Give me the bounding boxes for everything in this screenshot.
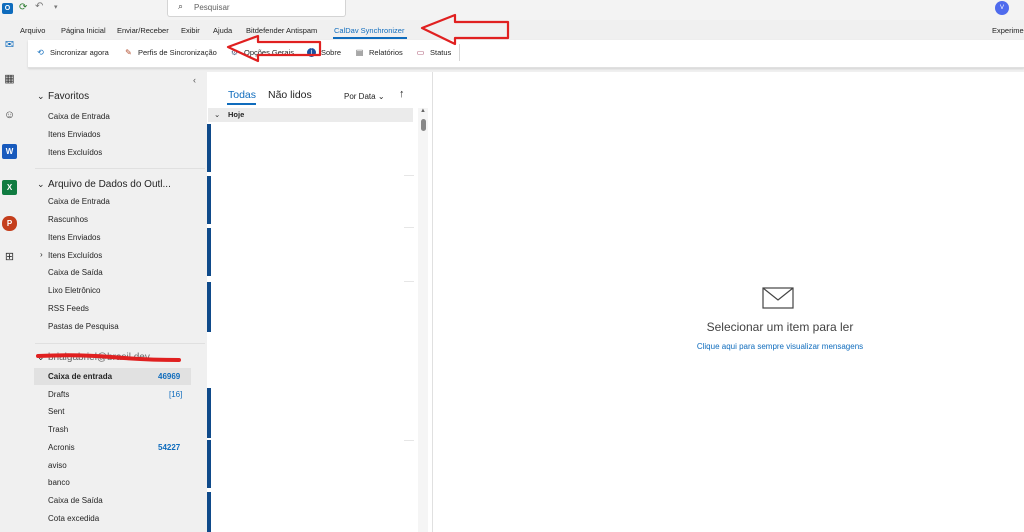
annotation-arrow-menu <box>226 13 510 63</box>
